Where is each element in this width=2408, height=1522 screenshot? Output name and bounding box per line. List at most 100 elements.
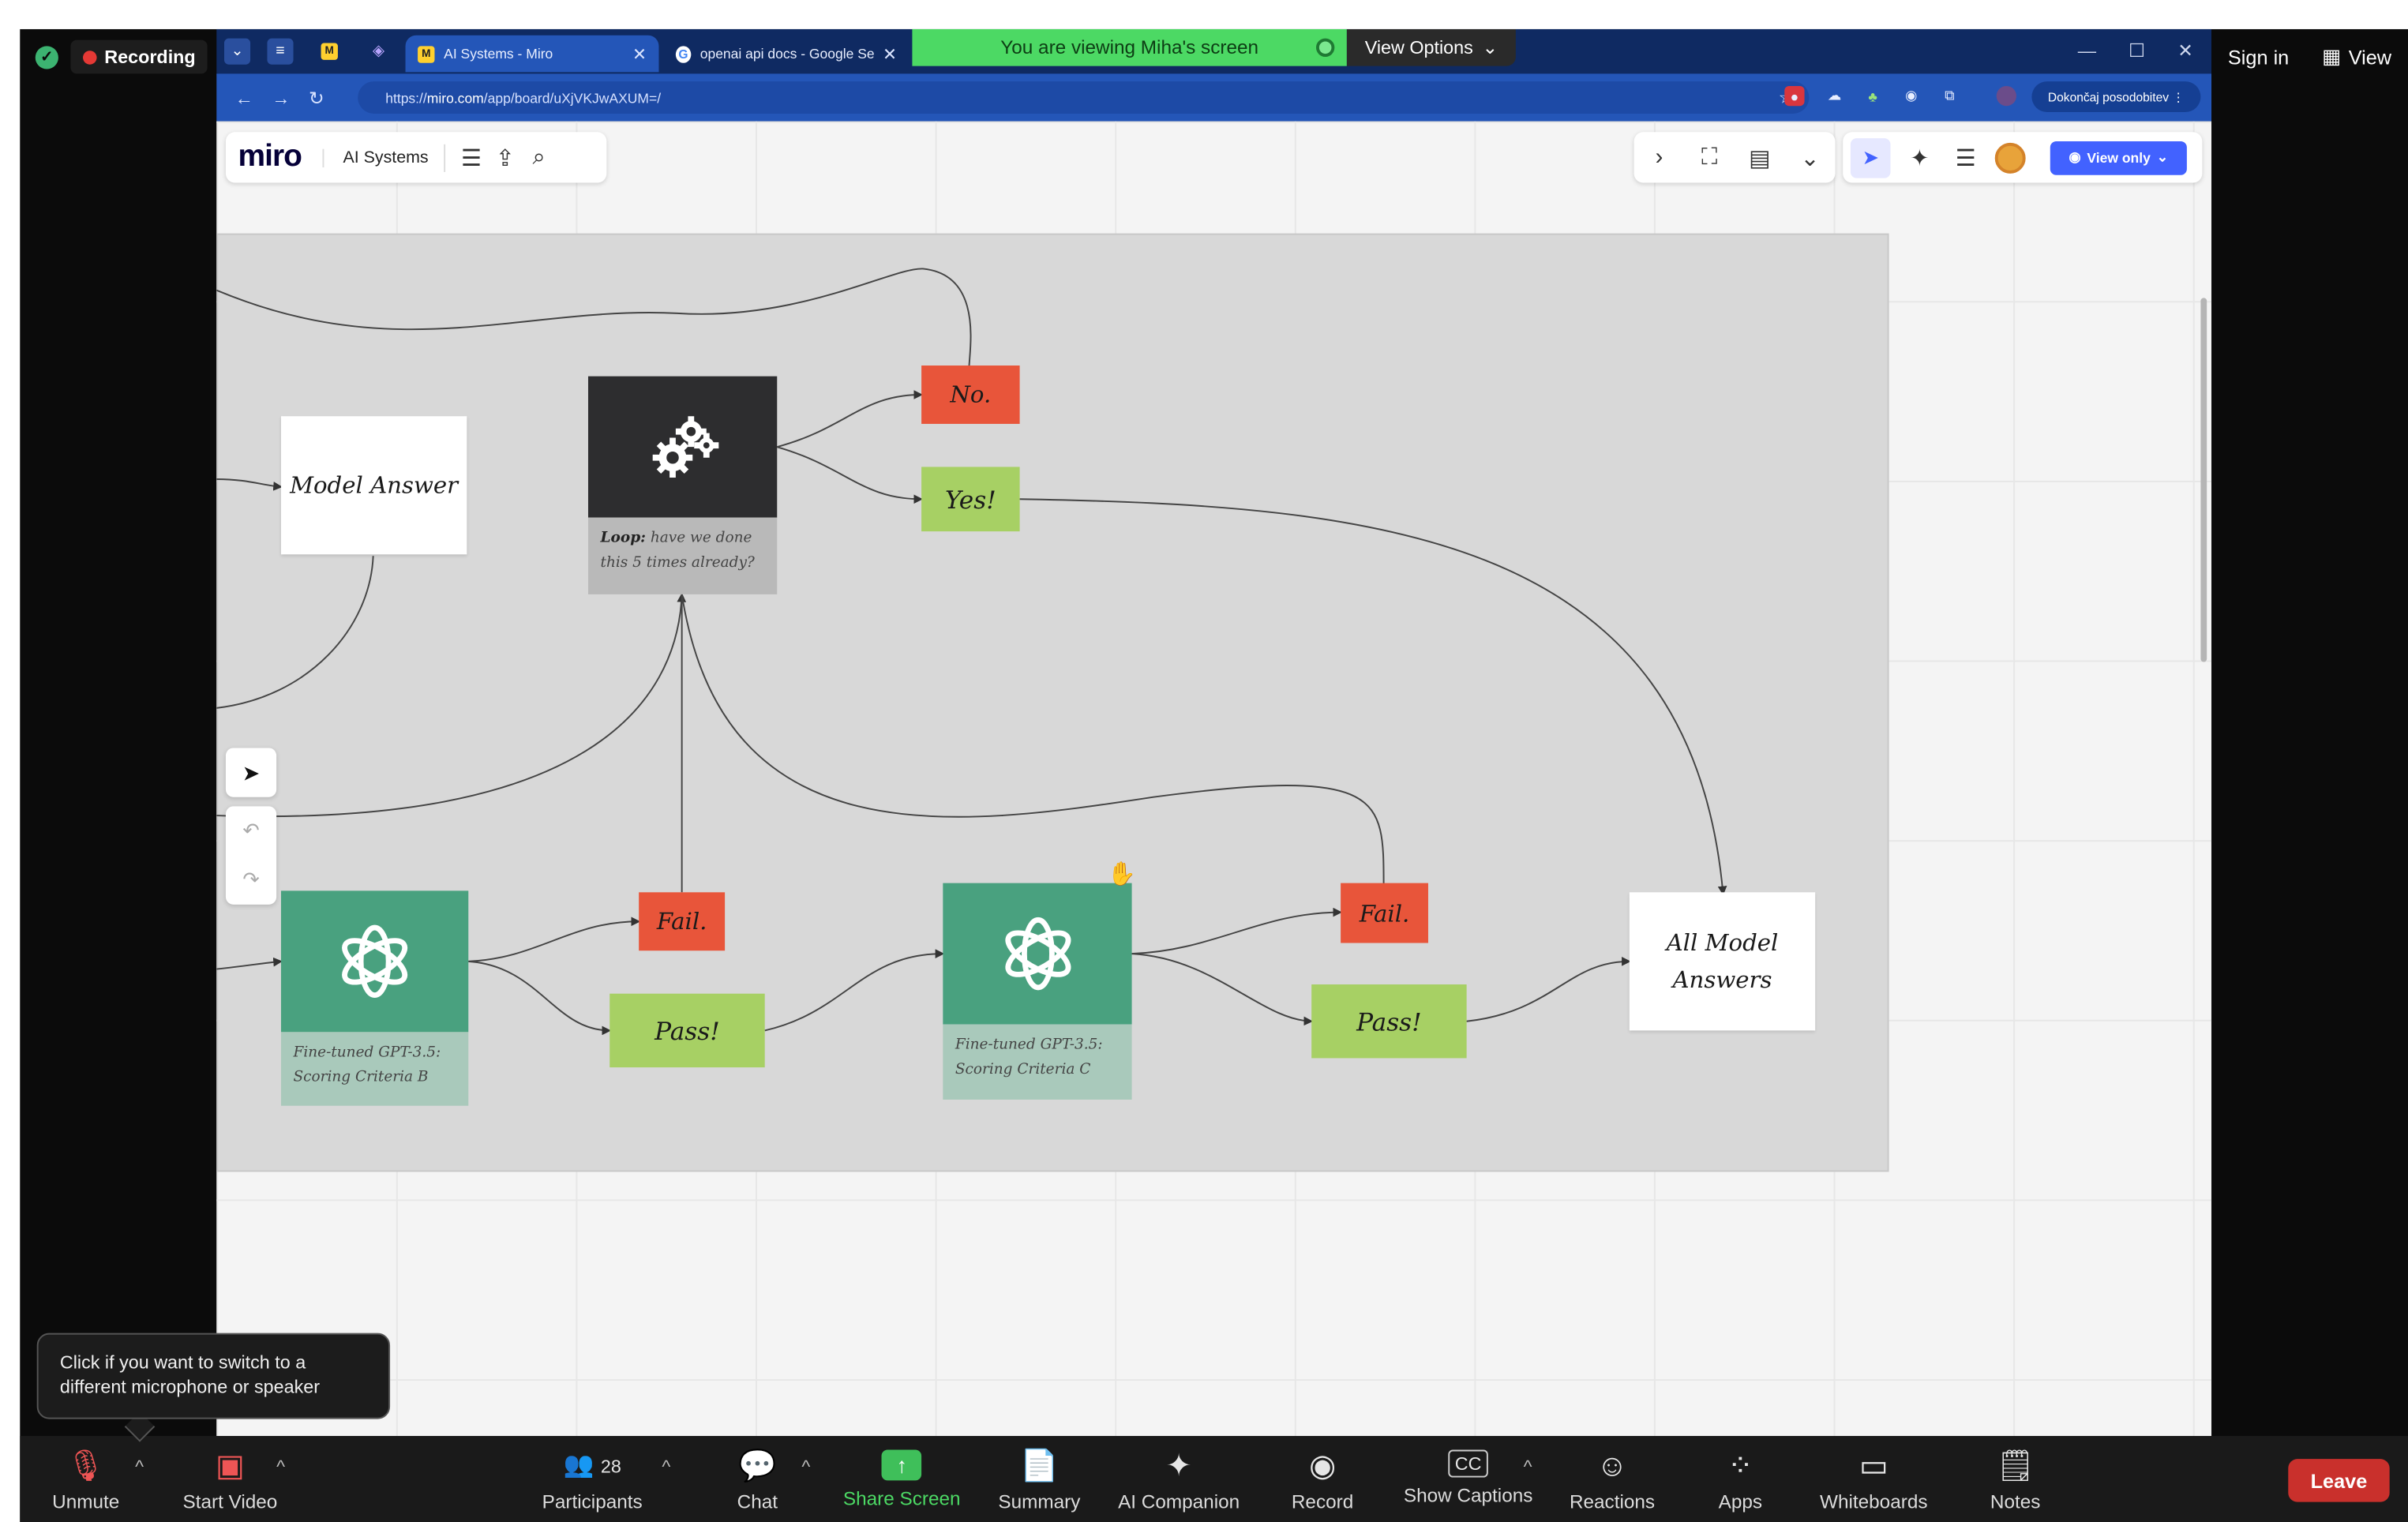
- no-node[interactable]: No.: [921, 366, 1020, 424]
- extension-puzzle-green-icon[interactable]: ♣: [1862, 86, 1882, 106]
- minimize-icon[interactable]: —: [2078, 40, 2096, 62]
- recording-indicator[interactable]: Recording: [70, 39, 208, 74]
- tab-search-chevron-icon[interactable]: ⌄: [223, 38, 251, 65]
- extensions-puzzle-icon[interactable]: ⧉: [1940, 86, 1960, 106]
- apps-label: Apps: [1718, 1491, 1763, 1513]
- gears-card[interactable]: [587, 376, 778, 518]
- close-window-icon[interactable]: ✕: [2177, 40, 2193, 62]
- miro-pinned-tab-icon[interactable]: M: [317, 39, 343, 65]
- board-name[interactable]: AI Systems: [323, 148, 429, 167]
- gpt-b-caption: Fine-tuned GPT-3.5: Scoring Criteria B: [280, 1032, 469, 1106]
- menu-icon[interactable]: ☰: [455, 141, 489, 174]
- eye-icon: ◉: [2069, 148, 2081, 165]
- url-path: /app/board/uXjVKJwAXUM=/: [483, 89, 662, 106]
- notes-panel-icon[interactable]: ▤: [1743, 141, 1777, 174]
- view-only-button[interactable]: ◉ View only ⌄: [2050, 141, 2187, 174]
- extension-red-icon[interactable]: ●: [1784, 85, 1805, 107]
- pass-node-2[interactable]: Pass!: [1311, 984, 1467, 1059]
- chevron-down-icon: ⌄: [1482, 36, 1498, 58]
- participants-button[interactable]: 👥 28 Participants: [542, 1450, 643, 1513]
- tab-ai-systems-miro[interactable]: M AI Systems - Miro ✕: [405, 35, 659, 73]
- shield-check-icon: ✓: [35, 45, 58, 69]
- audio-options-caret-icon[interactable]: ^: [135, 1456, 144, 1477]
- ai-companion-button[interactable]: ✦ AI Companion: [1118, 1450, 1240, 1513]
- extension-camera-icon[interactable]: ◉: [1901, 86, 1921, 106]
- vertical-scrollbar[interactable]: [2200, 298, 2207, 662]
- reactions-button[interactable]: ☺ Reactions: [1570, 1450, 1655, 1513]
- celebrate-icon[interactable]: ✦: [1903, 141, 1937, 174]
- tab-close-icon[interactable]: ✕: [883, 43, 897, 63]
- user-avatar[interactable]: [1994, 141, 2026, 173]
- chevron-right-icon[interactable]: ›: [1642, 141, 1676, 174]
- tab-title: openai api docs - Google Searc: [700, 46, 874, 62]
- tab-close-icon[interactable]: ✕: [632, 43, 647, 63]
- share-upload-icon[interactable]: ⇪: [488, 141, 522, 174]
- address-bar[interactable]: https://miro.com/app/board/uXjVKJwAXUM=/…: [358, 81, 1810, 114]
- record-button[interactable]: ◉ Record: [1292, 1450, 1353, 1513]
- connector-gpt-c-to-pass: [1131, 953, 1314, 1026]
- connector-gpt-b-to-pass: [468, 960, 612, 1036]
- redo-icon[interactable]: ↷: [242, 868, 259, 892]
- fail-node-1[interactable]: Fail.: [639, 892, 726, 951]
- undo-icon[interactable]: ↶: [242, 819, 259, 843]
- notes-button[interactable]: 🗒 Notes: [1990, 1450, 2041, 1513]
- url-prefix: https://: [385, 89, 427, 106]
- miro-board-canvas[interactable]: Model Answer Loop: have we done this 5 t…: [216, 121, 2212, 1437]
- maximize-icon[interactable]: ☐: [2129, 40, 2145, 62]
- connector-gears-to-no: [776, 390, 924, 448]
- fit-screen-icon[interactable]: ⛶: [1693, 141, 1727, 174]
- gpt-b-card[interactable]: [280, 890, 469, 1033]
- miro-logo[interactable]: miro: [238, 140, 302, 175]
- pass-node-1[interactable]: Pass!: [610, 993, 765, 1068]
- forward-icon[interactable]: →: [272, 87, 290, 108]
- miro-board-menu: miro AI Systems ☰ ⇪ ⌕: [225, 132, 607, 183]
- fail-node-2[interactable]: Fail.: [1341, 883, 1428, 943]
- video-options-caret-icon[interactable]: ^: [276, 1456, 285, 1477]
- hand-cursor-icon: ✋: [1107, 861, 1136, 888]
- summary-button[interactable]: 📄 Summary: [998, 1450, 1080, 1513]
- reload-icon[interactable]: ↻: [309, 87, 324, 108]
- select-tool-button[interactable]: ➤: [225, 748, 277, 797]
- view-only-label: View only: [2087, 149, 2151, 166]
- microphone-muted-icon: 🎙: [66, 1449, 106, 1484]
- apps-button[interactable]: ⁘ Apps: [1719, 1450, 1762, 1513]
- docs-tab-icon[interactable]: ≡: [267, 38, 294, 65]
- share-screen-icon: ↑: [881, 1449, 922, 1481]
- gpt-c-card[interactable]: [943, 883, 1132, 1025]
- unmute-button[interactable]: 🎙 Unmute: [52, 1450, 119, 1513]
- search-icon[interactable]: ⌕: [522, 141, 556, 174]
- model-answer-node[interactable]: Model Answer: [280, 416, 467, 555]
- tab-google-search[interactable]: G openai api docs - Google Searc ✕: [663, 36, 909, 73]
- profile-avatar-icon[interactable]: [1996, 85, 2016, 107]
- connector-pass-to-gpt-c: [764, 949, 945, 1032]
- miro-favicon-icon: M: [418, 45, 435, 62]
- all-model-answers-node[interactable]: All Model Answers: [1629, 892, 1816, 1031]
- chat-button[interactable]: 💬 Chat: [737, 1450, 778, 1513]
- view-options-button[interactable]: View Options ⌄: [1346, 28, 1516, 66]
- more-chevron-down-icon[interactable]: ⌄: [1793, 141, 1827, 174]
- extension-cloud-icon[interactable]: ☁: [1825, 86, 1844, 106]
- participants-caret-icon[interactable]: ^: [662, 1456, 670, 1477]
- leave-button[interactable]: Leave: [2288, 1459, 2390, 1502]
- captions-caret-icon[interactable]: ^: [1524, 1456, 1532, 1477]
- show-captions-button[interactable]: CC Show Captions: [1404, 1449, 1532, 1506]
- chat-caret-icon[interactable]: ^: [801, 1456, 810, 1477]
- reactions-label: Reactions: [1569, 1491, 1656, 1513]
- zoom-top-right: Sign in ▦ View: [2211, 29, 2408, 84]
- comments-icon[interactable]: ☰: [1949, 141, 1982, 174]
- back-icon[interactable]: ←: [235, 87, 253, 108]
- start-video-button[interactable]: ▣ Start Video: [182, 1450, 277, 1513]
- shield-extension-tab-icon[interactable]: ◈: [366, 39, 392, 65]
- whiteboards-button[interactable]: ▭ Whiteboards: [1820, 1450, 1928, 1513]
- select-cursor-icon[interactable]: ➤: [1850, 137, 1891, 178]
- sign-in-button[interactable]: Sign in: [2228, 45, 2289, 68]
- browser-update-button[interactable]: Dokončaj posodobitev ⋮: [2031, 81, 2201, 113]
- notes-label: Notes: [1990, 1491, 2041, 1513]
- cursor-icon: ➤: [242, 759, 261, 785]
- share-screen-button[interactable]: ↑ Share Screen: [843, 1449, 961, 1509]
- whiteboard-icon: ▭: [1859, 1449, 1889, 1484]
- yes-node[interactable]: Yes!: [921, 467, 1020, 532]
- connector-pass-to-all-answers: [1466, 957, 1631, 1022]
- connector-gears-to-yes: [776, 446, 924, 504]
- view-button[interactable]: ▦ View: [2322, 44, 2391, 69]
